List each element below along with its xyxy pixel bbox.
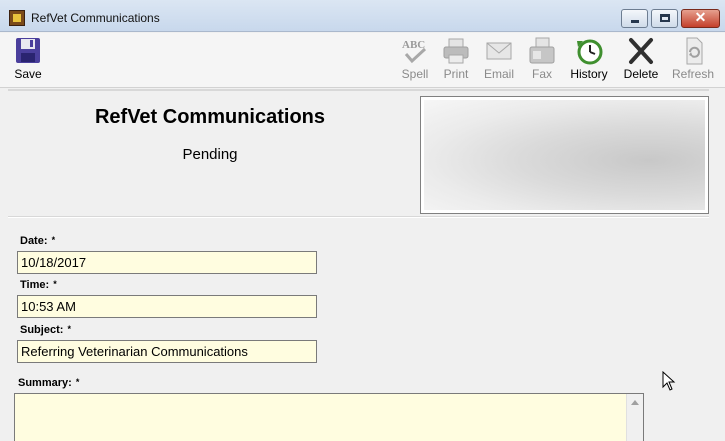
date-label-text: Date:: [20, 235, 48, 247]
patient-photo[interactable]: [420, 96, 709, 214]
summary-scrollbar[interactable]: [626, 394, 643, 441]
svg-text:ABC: ABC: [402, 39, 425, 51]
subject-label: Subject: *: [20, 324, 71, 336]
header-divider: [8, 216, 709, 218]
fax-label: Fax: [531, 67, 552, 81]
delete-label: Delete: [623, 67, 659, 81]
summary-label-text: Summary:: [18, 377, 72, 389]
mouse-cursor-icon: [662, 371, 676, 391]
save-button[interactable]: Save: [8, 33, 48, 88]
required-marker: *: [51, 235, 56, 245]
maximize-icon: [660, 14, 670, 22]
maximize-button[interactable]: [651, 9, 678, 28]
spell-label: Spell: [401, 67, 429, 81]
subject-field[interactable]: Referring Veterinarian Communications: [17, 340, 317, 363]
app-icon[interactable]: [9, 10, 25, 26]
print-label: Print: [443, 67, 469, 81]
status-text: Pending: [182, 146, 238, 163]
delete-x-icon: [629, 38, 653, 64]
email-label: Email: [483, 67, 514, 81]
refresh-button[interactable]: Refresh: [670, 33, 716, 88]
summary-textarea[interactable]: [14, 393, 644, 441]
close-icon: ✕: [694, 9, 707, 25]
fax-button[interactable]: Fax: [523, 33, 561, 88]
photo-image: [424, 100, 705, 210]
time-field[interactable]: 10:53 AM: [17, 295, 317, 318]
close-button[interactable]: ✕: [681, 9, 720, 28]
fax-icon: [529, 37, 555, 64]
record-header: RefVet Communications Pending: [8, 91, 709, 217]
title-bar: RefVet Communications ✕: [0, 0, 725, 32]
print-button[interactable]: Print: [437, 33, 475, 88]
minimize-icon: [631, 20, 639, 23]
email-icon: [486, 42, 512, 60]
summary-label: Summary: *: [18, 377, 79, 389]
required-marker: *: [75, 377, 80, 387]
save-icon: [16, 38, 40, 63]
spell-button[interactable]: ABC Spell: [396, 33, 434, 88]
spell-check-icon: ABC: [402, 39, 427, 64]
toolbar: Save ABC Spell Print Email Fax History D…: [0, 33, 725, 88]
delete-button[interactable]: Delete: [620, 33, 662, 88]
window-title: RefVet Communications: [31, 11, 160, 25]
history-button[interactable]: History: [566, 33, 612, 88]
refresh-icon: [686, 37, 703, 65]
history-label: History: [570, 67, 608, 81]
save-label: Save: [14, 67, 42, 81]
scroll-up-arrow-icon[interactable]: [631, 400, 639, 405]
subject-label-text: Subject:: [20, 324, 64, 336]
form-title: RefVet Communications: [94, 106, 326, 128]
date-label: Date: *: [20, 235, 55, 247]
refresh-label: Refresh: [671, 67, 715, 81]
history-clock-icon: [577, 39, 603, 65]
email-button[interactable]: Email: [478, 33, 520, 88]
minimize-button[interactable]: [621, 9, 648, 28]
printer-icon: [443, 38, 469, 64]
time-label: Time: *: [20, 279, 57, 291]
date-field[interactable]: 10/18/2017: [17, 251, 317, 274]
time-label-text: Time:: [20, 279, 50, 291]
required-marker: *: [53, 279, 57, 289]
required-marker: *: [67, 324, 71, 334]
